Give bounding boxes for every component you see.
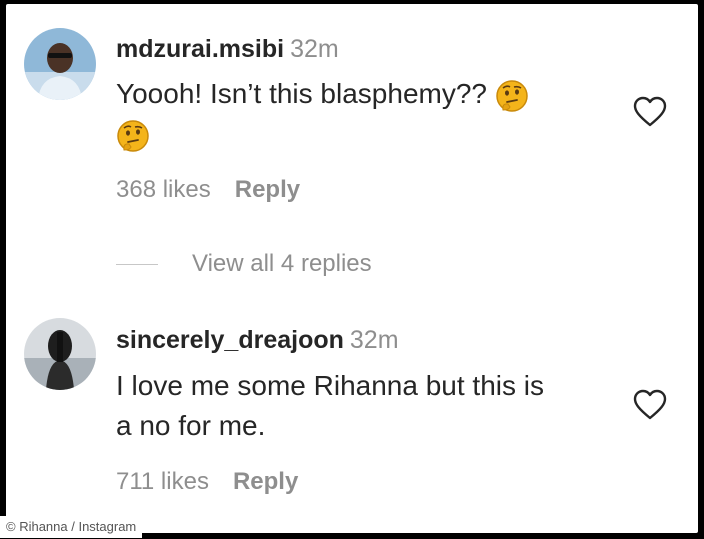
photo-credit: © Rihanna / Instagram xyxy=(0,516,143,538)
view-replies-label: View all 4 replies xyxy=(192,250,372,277)
heart-outline-icon[interactable] xyxy=(633,96,667,128)
comment-text-line: Yoooh! Isn’t this blasphemy?? xyxy=(116,78,487,109)
timestamp: 32m xyxy=(290,35,339,63)
reply-button[interactable]: Reply xyxy=(233,468,298,495)
comment-text: Yoooh! Isn’t this blasphemy?? xyxy=(116,74,616,154)
comment-meta: 368 likes Reply xyxy=(116,176,300,204)
comment-meta: 711 likes Reply xyxy=(116,468,298,496)
reply-button[interactable]: Reply xyxy=(235,176,300,203)
comment-header: mdzurai.msibi 32m xyxy=(116,35,339,64)
timestamp: 32m xyxy=(349,326,399,354)
comments-panel: mdzurai.msibi 32m Yoooh! Isn’t this blasp… xyxy=(6,4,698,533)
avatar[interactable] xyxy=(24,28,96,100)
like-count[interactable]: 711 likes xyxy=(116,468,209,495)
like-count[interactable]: 368 likes xyxy=(116,176,211,203)
comment-text-line: a no for me. xyxy=(116,410,266,441)
avatar[interactable] xyxy=(24,318,96,390)
comment-text: I love me some Rihanna but this is a no … xyxy=(116,366,616,446)
divider xyxy=(116,264,158,266)
username[interactable]: sincerely_dreajoon xyxy=(116,326,344,354)
comment-header: sincerely_dreajoon 32m xyxy=(116,326,399,355)
thinking-face-icon xyxy=(495,79,529,113)
thinking-face-icon xyxy=(116,119,150,153)
view-replies-button[interactable]: View all 4 replies xyxy=(116,250,372,278)
comment-text-line: I love me some Rihanna but this is xyxy=(116,370,544,401)
username[interactable]: mdzurai.msibi xyxy=(116,35,284,63)
heart-outline-icon[interactable] xyxy=(633,389,667,421)
